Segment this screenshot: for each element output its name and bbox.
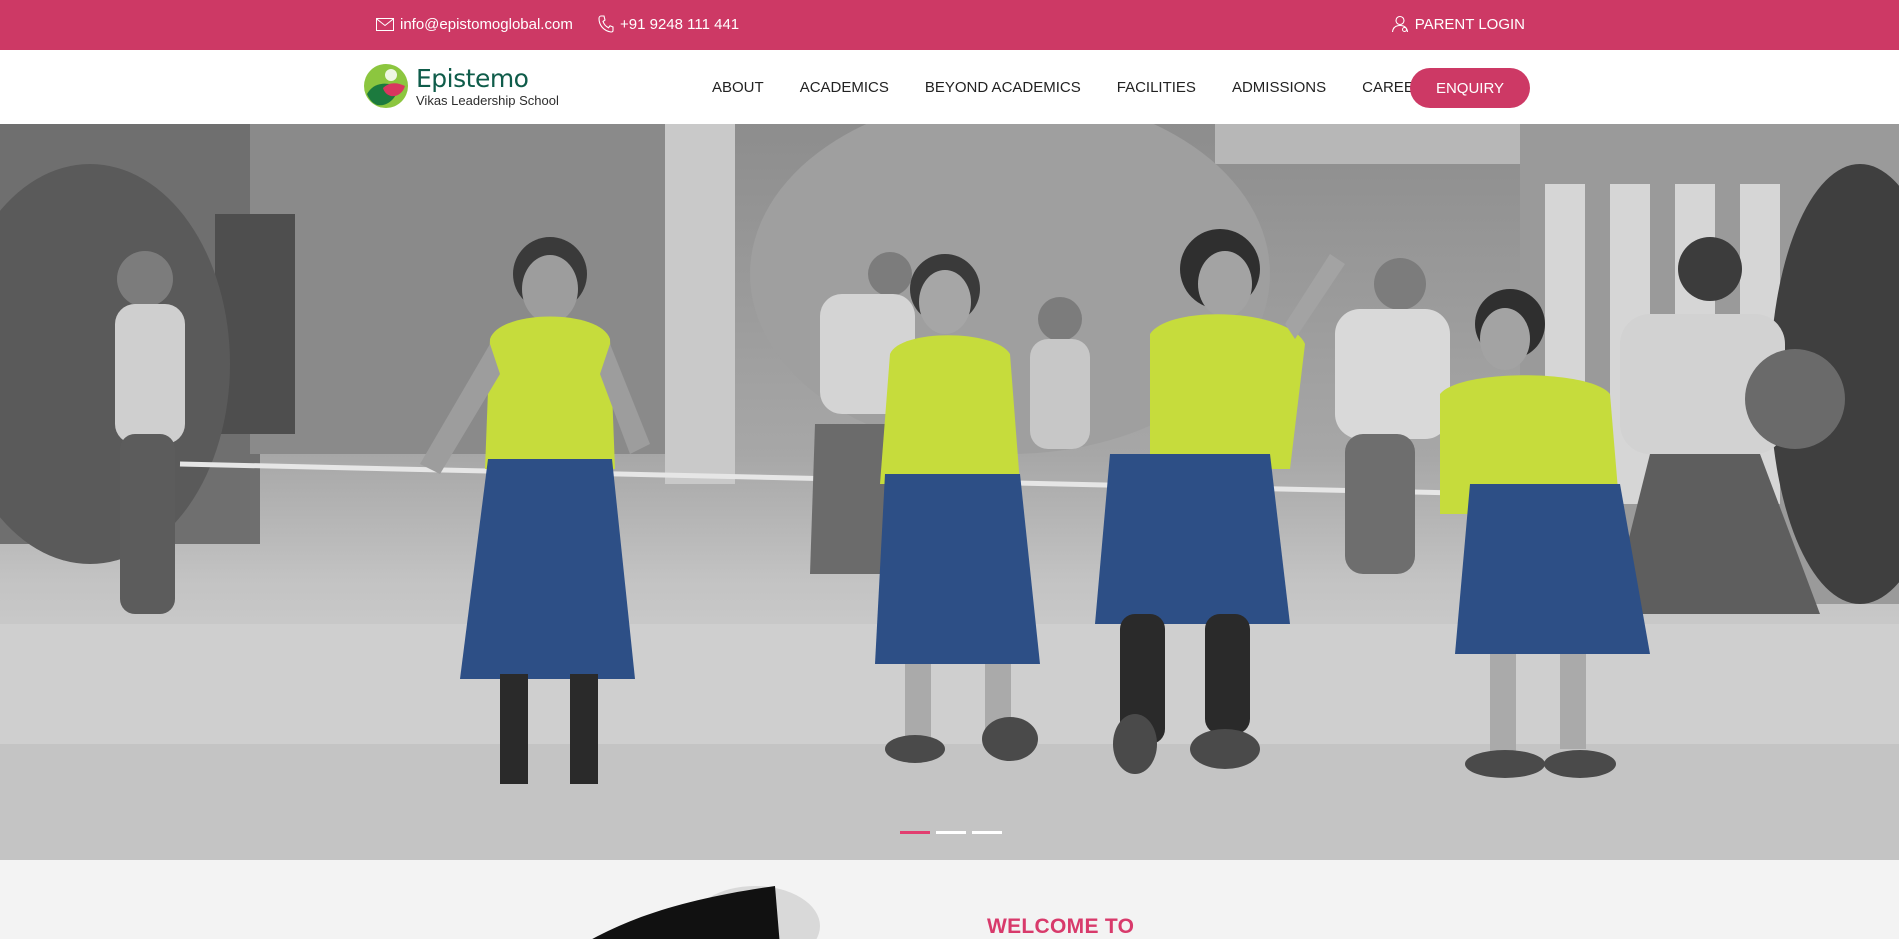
phone-text: +91 9248 111 441	[620, 15, 740, 33]
hero-slider[interactable]	[0, 124, 1899, 860]
nav-item-about[interactable]: ABOUT	[712, 79, 764, 96]
parent-login-link[interactable]: PARENT LOGIN	[1391, 0, 1525, 48]
email-text: info@epistomoglobal.com	[400, 15, 573, 33]
logo-mark-icon	[363, 63, 409, 109]
primary-menu: ABOUT ACADEMICS BEYOND ACADEMICS FACILIT…	[712, 50, 1471, 124]
logo-text: Epistemo Vikas Leadership School	[416, 66, 559, 107]
nav-item-admissions[interactable]: ADMISSIONS	[1232, 79, 1326, 96]
slider-dot-1[interactable]	[900, 831, 930, 834]
enquiry-button[interactable]: ENQUIRY	[1410, 68, 1530, 108]
main-navbar: Epistemo Vikas Leadership School ABOUT A…	[0, 50, 1899, 124]
welcome-graphic	[592, 886, 820, 939]
logo-name: Epistemo	[416, 63, 529, 93]
school-logo[interactable]: Epistemo Vikas Leadership School	[363, 63, 559, 109]
top-contact-bar: info@epistomoglobal.com +91 9248 111 441…	[0, 0, 1899, 50]
logo-subtitle: Vikas Leadership School	[416, 92, 559, 108]
slider-dot-3[interactable]	[972, 831, 1002, 834]
mail-icon	[376, 17, 394, 31]
phone-link[interactable]: +91 9248 111 441	[598, 0, 739, 48]
welcome-section: WELCOME TO	[0, 860, 1899, 939]
nav-item-beyond-academics[interactable]: BEYOND ACADEMICS	[925, 79, 1081, 96]
user-icon	[1391, 15, 1408, 33]
slider-dots	[900, 831, 1002, 834]
phone-icon	[598, 15, 614, 33]
hero-image	[0, 124, 1899, 860]
email-link[interactable]: info@epistomoglobal.com	[376, 0, 573, 48]
nav-item-academics[interactable]: ACADEMICS	[800, 79, 889, 96]
slider-dot-2[interactable]	[936, 831, 966, 834]
welcome-title: WELCOME TO	[987, 915, 1135, 938]
parent-login-label: PARENT LOGIN	[1414, 15, 1525, 33]
nav-item-facilities[interactable]: FACILITIES	[1117, 79, 1196, 96]
